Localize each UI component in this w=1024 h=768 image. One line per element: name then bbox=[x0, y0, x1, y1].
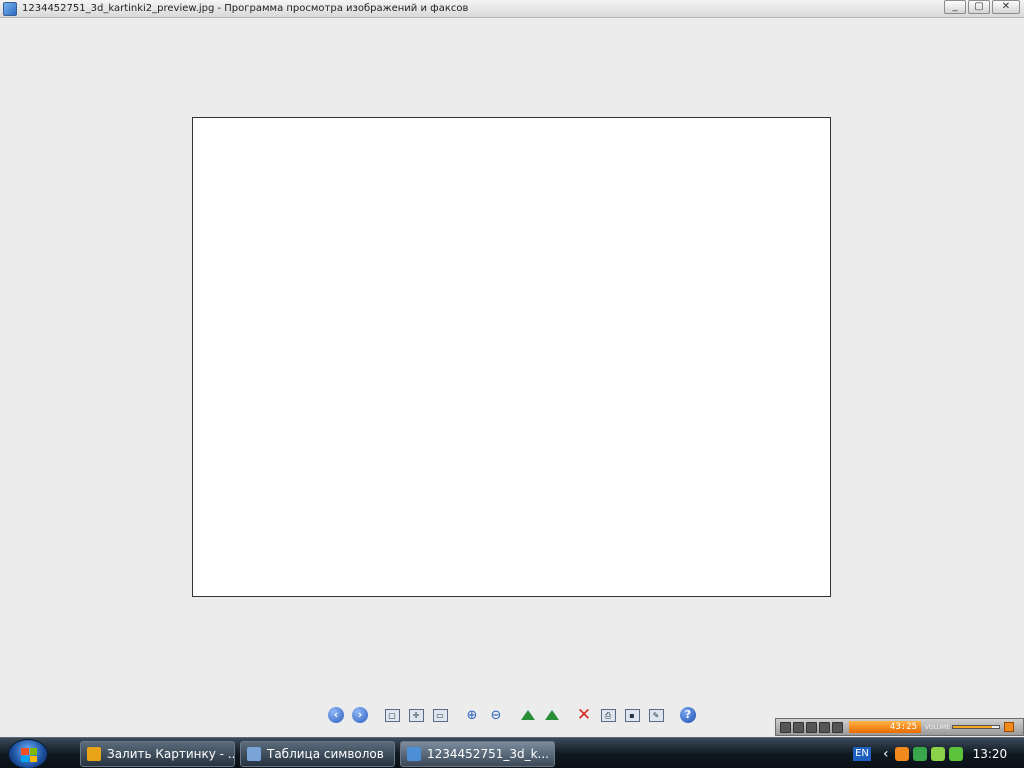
task-label: Залить Картинку - ... bbox=[107, 747, 235, 761]
help-icon: ? bbox=[680, 707, 696, 723]
arrow-right-icon: › bbox=[352, 707, 368, 723]
task-label: 1234452751_3d_k... bbox=[427, 747, 549, 761]
help-button[interactable]: ? bbox=[678, 705, 698, 725]
volume-slider[interactable] bbox=[952, 725, 1001, 729]
windows-logo-icon bbox=[21, 748, 37, 762]
rotate-counterclockwise-button[interactable] bbox=[542, 705, 562, 725]
next-track-icon[interactable] bbox=[832, 721, 843, 733]
save-icon: ▪ bbox=[624, 708, 640, 722]
image-viewer-icon bbox=[407, 747, 421, 761]
chrome-icon bbox=[87, 747, 101, 761]
actual-size-icon: ✛ bbox=[408, 708, 424, 722]
maximize-button[interactable]: ▢ bbox=[968, 0, 990, 14]
media-player-tray-icon[interactable] bbox=[894, 746, 909, 761]
zoom-out-icon: ⊖ bbox=[490, 707, 502, 723]
window-title: 1234452751_3d_kartinki2_preview.jpg - Пр… bbox=[22, 3, 469, 14]
zoom-out-button[interactable]: ⊖ bbox=[486, 705, 506, 725]
save-button[interactable]: ▪ bbox=[622, 705, 642, 725]
actual-size-button[interactable]: ✛ bbox=[406, 705, 426, 725]
play-icon[interactable] bbox=[780, 721, 791, 733]
clock[interactable]: 13:20 bbox=[973, 747, 1008, 761]
delete-button[interactable]: ✕ bbox=[574, 705, 594, 725]
prev-track-icon[interactable] bbox=[819, 721, 830, 733]
network-tray-icon[interactable] bbox=[948, 746, 963, 761]
print-icon: ⎙ bbox=[600, 708, 616, 722]
zoom-in-button[interactable]: ⊕ bbox=[462, 705, 482, 725]
window-controls: _ ▢ ✕ bbox=[944, 0, 1020, 14]
system-tray: EN ‹ 13:20 bbox=[846, 738, 1024, 768]
viewer-toolbar: ‹ › ▢ ✛ ▭ ⊕ ⊖ ✕ ⎙ ▪ ✎ ? bbox=[326, 705, 702, 725]
slideshow-button[interactable]: ▭ bbox=[430, 705, 450, 725]
stop-icon[interactable] bbox=[806, 721, 817, 733]
best-fit-button[interactable]: ▢ bbox=[382, 705, 402, 725]
arrow-left-icon: ‹ bbox=[328, 707, 344, 723]
taskbar: Залить Картинку - ... Таблица символов 1… bbox=[0, 737, 1024, 768]
previous-button[interactable]: ‹ bbox=[326, 705, 346, 725]
task-button-chrome[interactable]: Залить Картинку - ... bbox=[80, 741, 235, 767]
edit-icon: ✎ bbox=[648, 708, 664, 722]
volume-fill bbox=[953, 726, 993, 728]
delete-icon: ✕ bbox=[576, 705, 592, 725]
task-button-charmap[interactable]: Таблица символов bbox=[240, 741, 395, 767]
volume-label: VOLUME bbox=[925, 723, 951, 731]
rotate-clockwise-button[interactable] bbox=[518, 705, 538, 725]
update-tray-icon[interactable] bbox=[912, 746, 927, 761]
edit-button[interactable]: ✎ bbox=[646, 705, 666, 725]
close-button[interactable]: ✕ bbox=[992, 0, 1020, 14]
rotate-cw-icon bbox=[521, 710, 535, 720]
displayed-image bbox=[192, 117, 831, 597]
player-menu-icon[interactable] bbox=[1004, 722, 1015, 732]
app-icon bbox=[3, 1, 17, 16]
show-hidden-icons-icon[interactable]: ‹ bbox=[883, 746, 889, 762]
next-button[interactable]: › bbox=[350, 705, 370, 725]
media-player-minibar: 43:25 VOLUME bbox=[775, 718, 1024, 736]
language-indicator[interactable]: EN bbox=[853, 746, 871, 761]
task-label: Таблица символов bbox=[267, 747, 384, 761]
title-bar: 1234452751_3d_kartinki2_preview.jpg - Пр… bbox=[0, 0, 1024, 18]
slideshow-icon: ▭ bbox=[432, 708, 448, 722]
fit-icon: ▢ bbox=[384, 708, 400, 722]
print-button[interactable]: ⎙ bbox=[598, 705, 618, 725]
start-button[interactable] bbox=[8, 739, 48, 768]
track-time: 43:25 bbox=[849, 721, 921, 733]
image-viewer-area bbox=[0, 19, 1024, 715]
pause-icon[interactable] bbox=[793, 721, 804, 733]
minimize-button[interactable]: _ bbox=[944, 0, 966, 14]
task-button-image-viewer[interactable]: 1234452751_3d_k... bbox=[400, 741, 555, 767]
messenger-tray-icon[interactable] bbox=[930, 746, 945, 761]
zoom-in-icon: ⊕ bbox=[466, 707, 478, 723]
charmap-icon bbox=[247, 747, 261, 761]
rotate-ccw-icon bbox=[545, 710, 559, 720]
